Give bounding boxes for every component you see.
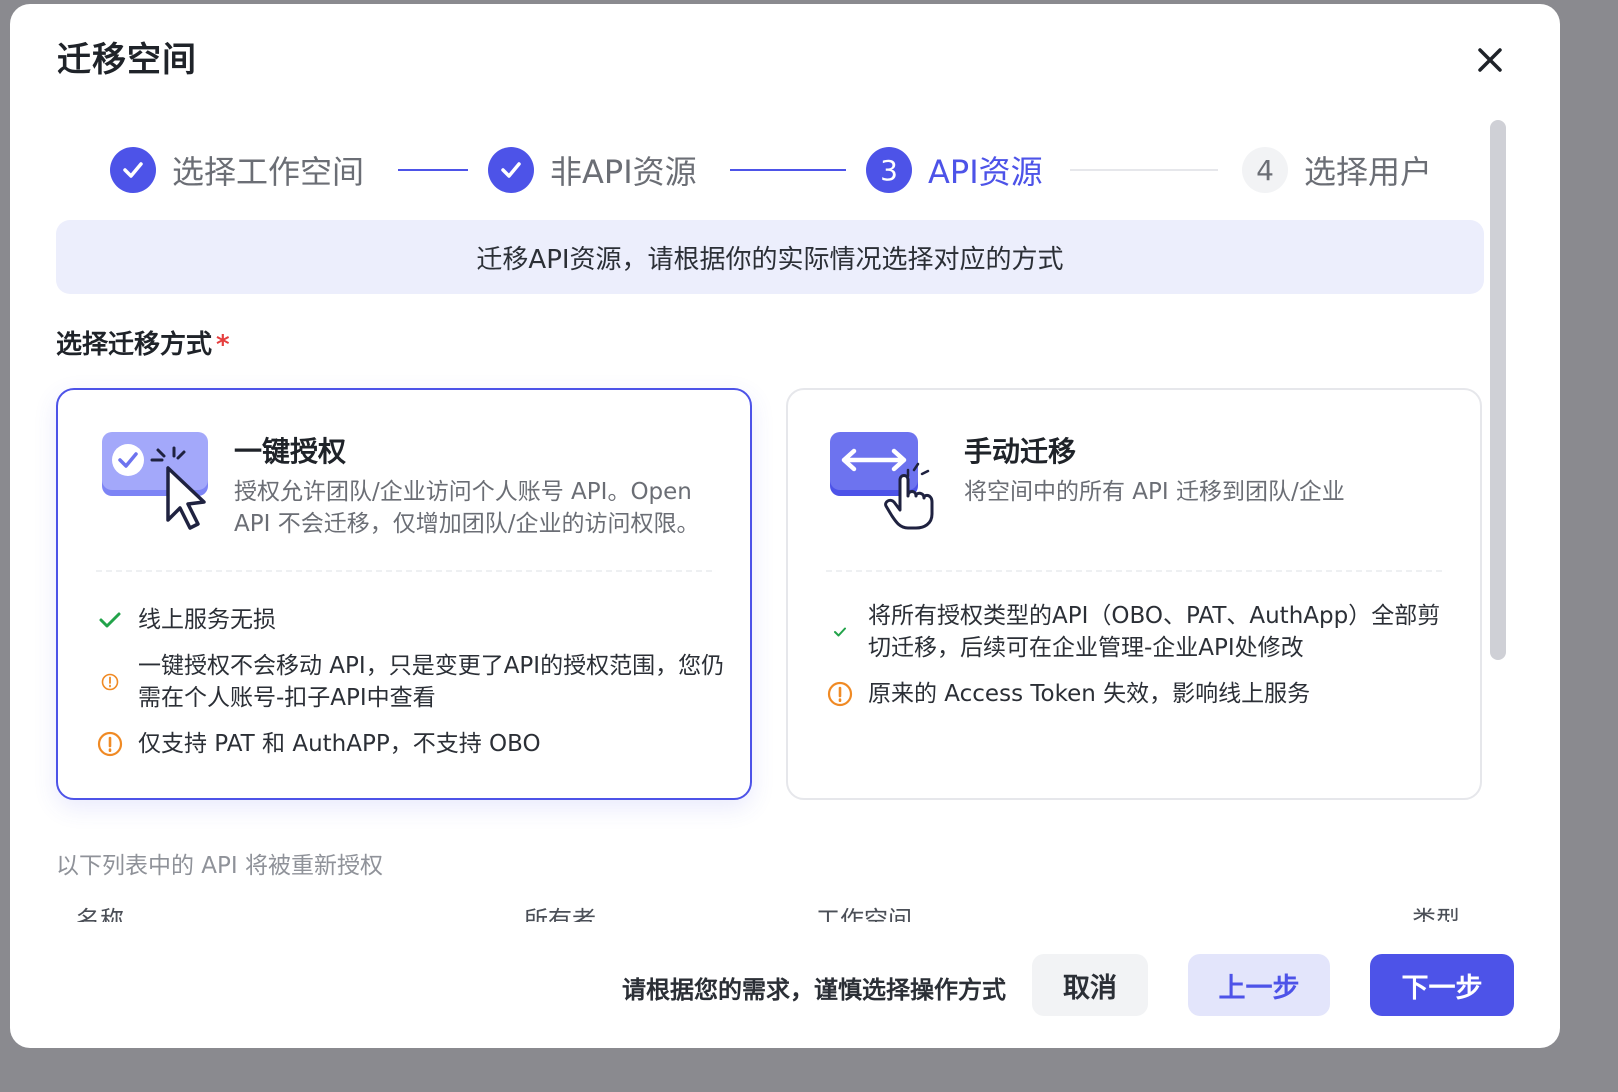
feature-item: 将所有授权类型的API（OBO、PAT、AuthApp）全部剪切迁移，后续可在企…: [826, 600, 1458, 664]
check-circle-icon: [488, 147, 534, 193]
option-card-manual[interactable]: 手动迁移 将空间中的所有 API 迁移到团队/企业 将所有授权类型的API（OB…: [786, 388, 1482, 800]
migrate-space-dialog: 迁移空间 选择工作空间 非API资源 3 API资源 4 选择用户 迁移API资…: [10, 4, 1560, 1048]
method-label-text: 选择迁移方式: [56, 330, 213, 360]
previous-step-button[interactable]: 上一步: [1188, 954, 1330, 1016]
next-step-button[interactable]: 下一步: [1370, 954, 1514, 1016]
footer-hint: 请根据您的需求，谨慎选择操作方式: [622, 976, 1006, 1004]
step-connector: [398, 169, 468, 171]
step-label: 选择用户: [1304, 153, 1433, 191]
stepper: 选择工作空间 非API资源 3 API资源 4 选择用户: [110, 142, 1450, 198]
feature-item: 一键授权不会移动 API，只是变更了API的授权范围，您仍需在个人账号-扣子AP…: [96, 650, 728, 714]
step-number: 4: [1242, 147, 1288, 193]
column-header-type: 类型: [1412, 906, 1460, 922]
step-connector: [730, 169, 846, 171]
check-circle-icon: [110, 147, 156, 193]
column-header-name: 名称: [76, 906, 124, 922]
card-title: 手动迁移: [964, 435, 1077, 468]
method-label: 选择迁移方式 *: [56, 324, 230, 361]
step-connector: [1070, 169, 1218, 171]
feature-text: 线上服务无损: [138, 607, 276, 633]
list-caption: 以下列表中的 API 将被重新授权: [56, 853, 384, 879]
check-icon: [96, 604, 124, 636]
step-select-users: 4 选择用户: [1242, 142, 1432, 198]
warning-icon: [96, 650, 124, 714]
dialog-title: 迁移空间: [57, 40, 197, 80]
manual-migrate-icon: [828, 430, 944, 530]
step-number: 3: [866, 147, 912, 193]
feature-item: 仅支持 PAT 和 AuthAPP，不支持 OBO: [96, 728, 728, 760]
info-banner: 迁移API资源，请根据你的实际情况选择对应的方式: [56, 220, 1484, 294]
warning-icon: [826, 678, 854, 710]
check-icon: [826, 600, 854, 664]
step-select-workspace: 选择工作空间: [110, 142, 364, 198]
card-description: 将空间中的所有 API 迁移到团队/企业: [964, 479, 1345, 505]
feature-text: 仅支持 PAT 和 AuthAPP，不支持 OBO: [138, 731, 541, 757]
scrollbar-thumb[interactable]: [1490, 120, 1506, 660]
required-mark: *: [216, 330, 230, 360]
feature-text: 一键授权不会移动 API，只是变更了API的授权范围，您仍需在个人账号-扣子AP…: [138, 653, 725, 711]
cancel-button[interactable]: 取消: [1032, 954, 1148, 1016]
column-header-owner: 所有者: [524, 906, 596, 922]
feature-text: 原来的 Access Token 失效，影响线上服务: [868, 681, 1311, 707]
step-label: API资源: [928, 153, 1043, 191]
step-label: 选择工作空间: [172, 153, 365, 191]
feature-text: 将所有授权类型的API（OBO、PAT、AuthApp）全部剪切迁移，后续可在企…: [868, 603, 1441, 661]
divider: [826, 570, 1442, 572]
step-api-resources: 3 API资源: [866, 142, 1043, 198]
column-header-workspace: 工作空间: [816, 906, 912, 922]
feature-item: 原来的 Access Token 失效，影响线上服务: [826, 678, 1458, 710]
warning-icon: [96, 728, 124, 760]
authorize-icon: [100, 430, 216, 530]
feature-item: 线上服务无损: [96, 604, 728, 636]
card-description: 授权允许团队/企业访问个人账号 API。Open API 不会迁移，仅增加团队/…: [234, 479, 700, 537]
divider: [96, 570, 712, 572]
close-icon[interactable]: [1468, 38, 1512, 82]
step-non-api-resources: 非API资源: [488, 142, 697, 198]
option-card-authorize[interactable]: 一键授权 授权允许团队/企业访问个人账号 API。Open API 不会迁移，仅…: [56, 388, 752, 800]
step-label: 非API资源: [550, 153, 697, 191]
card-title: 一键授权: [234, 435, 347, 468]
